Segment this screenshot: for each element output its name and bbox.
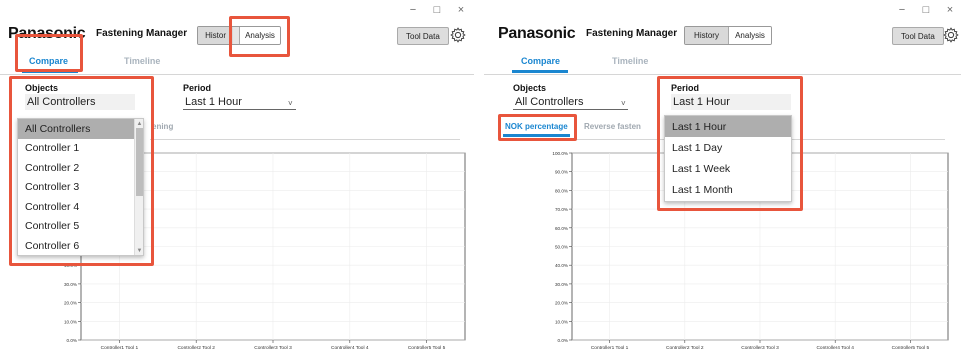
- app-title: Fastening Manager: [586, 28, 678, 39]
- objects-option[interactable]: Controller 1: [18, 139, 135, 159]
- history-analysis-toggle: History Analysis: [684, 26, 772, 45]
- objects-option[interactable]: Controller 5: [18, 217, 135, 237]
- x-tick-label: Controller5 Tool 5: [408, 345, 446, 351]
- y-tick-label: 20.0%: [555, 301, 568, 306]
- x-tick-label: Controller1 Tool 1: [101, 345, 139, 351]
- y-tick-label: 20.0%: [64, 301, 77, 306]
- period-option[interactable]: Last 1 Hour: [665, 116, 791, 137]
- gear-icon[interactable]: [943, 27, 959, 43]
- y-tick-label: 90.0%: [555, 170, 568, 175]
- period-dropdown-list: Last 1 Hour Last 1 Day Last 1 Week Last 1 M…: [665, 116, 791, 200]
- scroll-down-icon[interactable]: ▼: [135, 246, 144, 255]
- panasonic-logo: Panasonic: [8, 25, 86, 42]
- app-title: Fastening Manager: [96, 28, 188, 39]
- objects-dropdown-list: All Controllers Controller 1 Controller 2C…: [18, 119, 143, 256]
- tab-compare[interactable]: Compare: [29, 56, 68, 66]
- objects-option[interactable]: All Controllers: [18, 119, 135, 139]
- objects-option[interactable]: Controller 2: [18, 158, 135, 178]
- objects-option[interactable]: Controller 4: [18, 197, 135, 217]
- scrollbar-thumb[interactable]: [136, 128, 143, 196]
- close-icon[interactable]: ×: [945, 4, 955, 16]
- tab-compare[interactable]: Compare: [521, 56, 560, 66]
- scroll-up-icon[interactable]: ▲: [135, 119, 144, 128]
- subtab-active-indicator: [503, 134, 570, 137]
- objects-select[interactable]: All Controllers: [513, 94, 628, 110]
- y-tick-label: 60.0%: [555, 226, 568, 231]
- objects-option[interactable]: Controller 6: [18, 236, 135, 256]
- y-tick-label: 10.0%: [555, 319, 568, 324]
- objects-label: Objects: [25, 83, 59, 93]
- y-tick-label: 80.0%: [555, 188, 568, 193]
- y-tick-label: 100.0%: [552, 151, 568, 156]
- x-tick-label: Controller4 Tool 4: [816, 345, 854, 351]
- tool-data-button[interactable]: Tool Data: [397, 27, 449, 45]
- period-label: Period: [671, 83, 700, 93]
- y-tick-label: 40.0%: [64, 263, 77, 268]
- objects-option[interactable]: Controller 3: [18, 178, 135, 198]
- y-tick-label: 0.0%: [558, 338, 568, 343]
- period-option[interactable]: Last 1 Week: [665, 158, 791, 179]
- analysis-button[interactable]: Analysis: [727, 27, 771, 44]
- tab-timeline[interactable]: Timeline: [124, 56, 160, 66]
- header-separator: [0, 74, 474, 75]
- y-tick-label: 40.0%: [555, 263, 568, 268]
- maximize-icon[interactable]: □: [921, 4, 931, 16]
- gear-icon[interactable]: [450, 27, 466, 43]
- subtab-reverse-fastening[interactable]: ening: [152, 122, 173, 131]
- y-tick-label: 10.0%: [64, 319, 77, 324]
- objects-label: Objects: [513, 83, 547, 93]
- x-tick-label: Controller1 Tool 1: [591, 345, 629, 351]
- left-screenshot: − □ × Panasonic Fastening Manager Histor…: [0, 0, 474, 360]
- y-tick-label: 50.0%: [555, 245, 568, 250]
- analysis-button[interactable]: Analysis: [238, 27, 280, 44]
- period-option[interactable]: Last 1 Month: [665, 179, 791, 200]
- subtab-nok-percentage[interactable]: NOK percentage: [505, 122, 568, 131]
- history-button[interactable]: Histor: [198, 27, 234, 44]
- subtab-reverse-fastening[interactable]: Reverse fasten: [584, 122, 641, 131]
- window-controls: − □ ×: [408, 4, 466, 16]
- minimize-icon[interactable]: −: [897, 4, 907, 16]
- maximize-icon[interactable]: □: [432, 4, 442, 16]
- y-tick-label: 70.0%: [555, 207, 568, 212]
- x-tick-label: Controller2 Tool 2: [177, 345, 215, 351]
- header-separator: [484, 74, 961, 75]
- chevron-down-icon[interactable]: ˅: [288, 99, 293, 108]
- x-tick-label: Controller2 Tool 2: [666, 345, 704, 351]
- period-dropdown: Last 1 Hour Last 1 Day Last 1 Week Last 1 M…: [664, 115, 792, 202]
- tab-active-indicator: [22, 70, 78, 73]
- window-controls: − □ ×: [897, 4, 955, 16]
- period-label: Period: [183, 83, 212, 93]
- right-screenshot: − □ × Panasonic Fastening Manager Histor…: [484, 0, 961, 360]
- period-select[interactable]: Last 1 Hour: [183, 94, 296, 110]
- history-analysis-toggle: Histor Analysis: [197, 26, 281, 45]
- close-icon[interactable]: ×: [456, 4, 466, 16]
- y-tick-label: 0.0%: [67, 338, 77, 343]
- x-tick-label: Controller3 Tool 3: [254, 345, 292, 351]
- dropdown-scrollbar[interactable]: ▲ ▼: [134, 119, 143, 255]
- tab-timeline[interactable]: Timeline: [612, 56, 648, 66]
- tool-data-button[interactable]: Tool Data: [892, 27, 944, 45]
- panasonic-logo: Panasonic: [498, 25, 576, 42]
- chevron-down-icon[interactable]: ˅: [621, 99, 626, 108]
- period-option[interactable]: Last 1 Day: [665, 137, 791, 158]
- y-tick-label: 30.0%: [64, 282, 77, 287]
- x-tick-label: Controller4 Tool 4: [331, 345, 369, 351]
- objects-dropdown: All Controllers Controller 1 Controller 2C…: [17, 118, 144, 256]
- y-tick-label: 30.0%: [555, 282, 568, 287]
- objects-select[interactable]: All Controllers: [25, 94, 135, 110]
- minimize-icon[interactable]: −: [408, 4, 418, 16]
- x-tick-label: Controller3 Tool 3: [741, 345, 779, 351]
- history-button[interactable]: History: [685, 27, 728, 44]
- tab-active-indicator: [512, 70, 568, 73]
- period-select[interactable]: Last 1 Hour: [671, 94, 791, 110]
- pane-divider: [474, 0, 484, 360]
- x-tick-label: Controller5 Tool 5: [892, 345, 930, 351]
